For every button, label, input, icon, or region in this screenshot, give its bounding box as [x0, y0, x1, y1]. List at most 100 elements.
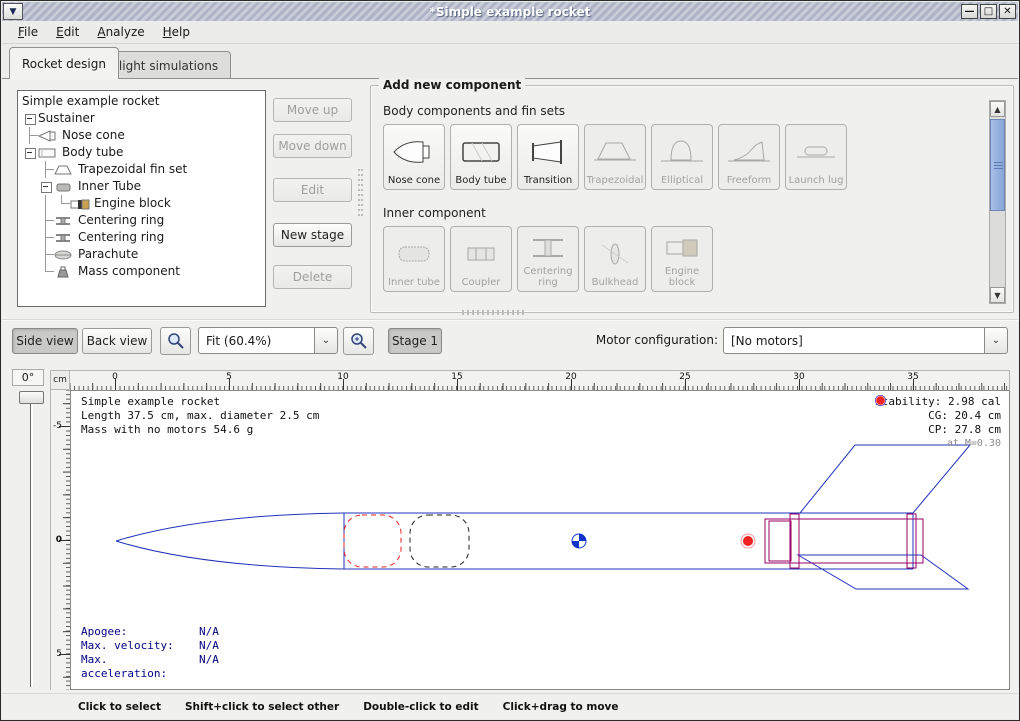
rocket-view-canvas[interactable]: Simple example rocket Length 37.5 cm, ma…	[70, 390, 1010, 690]
engine-block-icon	[653, 230, 711, 266]
inner-tube-icon	[385, 230, 443, 277]
hint-click-select: Click to select	[78, 701, 161, 713]
motor-configuration-label: Motor configuration:	[596, 333, 718, 347]
hint-click-drag: Click+drag to move	[503, 701, 619, 713]
parachute-icon	[54, 248, 74, 262]
tree-item-inner-tube[interactable]: Inner Tube	[22, 178, 265, 195]
scroll-down-icon[interactable]: ▼	[990, 287, 1005, 303]
inner-component-label: Inner component	[383, 206, 486, 220]
add-nose-cone-button[interactable]: Nose cone	[383, 124, 445, 190]
tree-item-body-tube[interactable]: Body tube	[22, 144, 265, 161]
collapse-icon[interactable]	[38, 178, 54, 195]
hint-double-click: Double-click to edit	[363, 701, 478, 713]
add-trapezoidal-fin-button[interactable]: Trapezoidal	[584, 124, 646, 190]
engine-block-icon	[70, 197, 90, 211]
minimize-button[interactable]: —	[961, 4, 978, 19]
inner-tube-icon	[54, 180, 74, 194]
collapse-icon[interactable]	[22, 110, 38, 127]
add-transition-button[interactable]: Transition	[517, 124, 579, 190]
rocket-design-panel: Simple example rocket Sustainer Nose con…	[2, 78, 1018, 719]
add-engine-block-button[interactable]: Engine block	[651, 226, 713, 292]
menu-help[interactable]: Help	[155, 22, 198, 42]
back-view-toggle[interactable]: Back view	[82, 328, 152, 354]
add-bulkhead-button[interactable]: Bulkhead	[584, 226, 646, 292]
title-bar[interactable]: ▼ *Simple example rocket — □ ✕	[2, 2, 1018, 21]
delete-button[interactable]: Delete	[273, 265, 352, 289]
add-launch-lug-button[interactable]: Launch lug	[785, 124, 847, 190]
edit-button[interactable]: Edit	[273, 178, 352, 202]
add-coupler-button[interactable]: Coupler	[450, 226, 512, 292]
move-up-button[interactable]: Move up	[273, 98, 352, 122]
centering-ring-icon	[519, 230, 577, 266]
body-tube-icon	[38, 146, 58, 160]
launch-lug-icon	[787, 128, 845, 175]
magnifier-icon	[167, 332, 185, 350]
component-tree[interactable]: Simple example rocket Sustainer Nose con…	[17, 90, 266, 307]
nose-cone-icon	[38, 129, 58, 143]
add-freeform-fin-button[interactable]: Freeform	[718, 124, 780, 190]
mach-condition: at M=0.30	[875, 437, 1001, 451]
add-elliptical-fin-button[interactable]: Elliptical	[651, 124, 713, 190]
application-window: ▼ *Simple example rocket — □ ✕ File Edit…	[0, 0, 1020, 721]
tree-item-engine-block[interactable]: Engine block	[22, 195, 265, 212]
trapezoidal-fin-icon	[586, 128, 644, 175]
rotation-slider-track[interactable]	[30, 397, 33, 687]
tree-item-mass-component[interactable]: Mass component	[22, 263, 265, 280]
menu-edit[interactable]: Edit	[48, 22, 87, 42]
move-down-button[interactable]: Move down	[273, 134, 352, 158]
horizontal-splitter-handle[interactable]	[462, 310, 526, 315]
close-button[interactable]: ✕	[999, 4, 1016, 19]
tree-item-sustainer[interactable]: Sustainer	[22, 110, 265, 127]
chevron-down-icon[interactable]: ⌄	[314, 327, 338, 354]
transition-icon	[519, 128, 577, 175]
add-body-tube-button[interactable]: Body tube	[450, 124, 512, 190]
add-centering-ring-button[interactable]: Centering ring	[517, 226, 579, 292]
chevron-down-icon[interactable]: ⌄	[984, 327, 1008, 354]
flight-data: Apogee:N/A Max. velocity:N/A Max. accele…	[81, 625, 219, 681]
tree-item-fin-set[interactable]: Trapezoidal fin set	[22, 161, 265, 178]
tab-rocket-design[interactable]: Rocket design	[9, 47, 119, 79]
add-inner-tube-button[interactable]: Inner tube	[383, 226, 445, 292]
trapezoidal-fin-icon	[54, 163, 74, 177]
zoom-out-button[interactable]	[160, 327, 191, 355]
tab-row: Rocket design Flight simulations	[2, 45, 1018, 79]
stage-1-toggle[interactable]: Stage 1	[388, 328, 442, 354]
tree-item-parachute[interactable]: Parachute	[22, 246, 265, 263]
tree-item-centering-ring-1[interactable]: Centering ring	[22, 212, 265, 229]
tree-item-nose-cone[interactable]: Nose cone	[22, 127, 265, 144]
component-panel-scrollbar[interactable]: ▲ ▼	[989, 100, 1006, 304]
tree-item-rocket[interactable]: Simple example rocket	[22, 93, 265, 110]
vertical-splitter-handle[interactable]	[358, 169, 363, 217]
maximize-button[interactable]: □	[980, 4, 997, 19]
hint-shift-click: Shift+click to select other	[185, 701, 339, 713]
bulkhead-icon	[586, 230, 644, 277]
menu-bar: File Edit Analyze Help	[2, 21, 1018, 44]
nose-cone-icon	[385, 128, 443, 175]
menu-analyze[interactable]: Analyze	[89, 22, 152, 42]
motor-configuration-combo[interactable]: [No motors] ⌄	[723, 327, 1008, 354]
side-view-toggle[interactable]: Side view	[12, 328, 78, 354]
stability-info: Stability: 2.98 cal CG: 20.4 cm CP: 27.8…	[875, 395, 1001, 451]
body-tube-icon	[452, 128, 510, 175]
scrollbar-thumb[interactable]	[990, 119, 1005, 211]
body-components-label: Body components and fin sets	[383, 104, 565, 118]
centering-ring-icon	[54, 231, 74, 245]
new-stage-button[interactable]: New stage	[273, 223, 352, 247]
tree-item-centering-ring-2[interactable]: Centering ring	[22, 229, 265, 246]
centering-ring-icon	[54, 214, 74, 228]
menu-file[interactable]: File	[10, 22, 46, 42]
collapse-icon[interactable]	[22, 144, 38, 161]
cp-legend-icon	[875, 395, 886, 406]
cg-marker	[572, 534, 586, 548]
freeform-fin-icon	[720, 128, 778, 175]
zoom-level-combo[interactable]: Fit (60.4%) ⌄	[198, 327, 338, 354]
rotation-slider-handle[interactable]	[19, 391, 44, 404]
rotation-angle-value: 0°	[12, 369, 44, 386]
elliptical-fin-icon	[653, 128, 711, 175]
scroll-up-icon[interactable]: ▲	[990, 101, 1005, 117]
group-title: Add new component	[379, 78, 525, 92]
motor-configuration-value: [No motors]	[723, 327, 984, 354]
zoom-in-button[interactable]	[343, 327, 374, 355]
mass-component-icon	[54, 265, 74, 279]
window-title: *Simple example rocket	[2, 5, 1018, 19]
